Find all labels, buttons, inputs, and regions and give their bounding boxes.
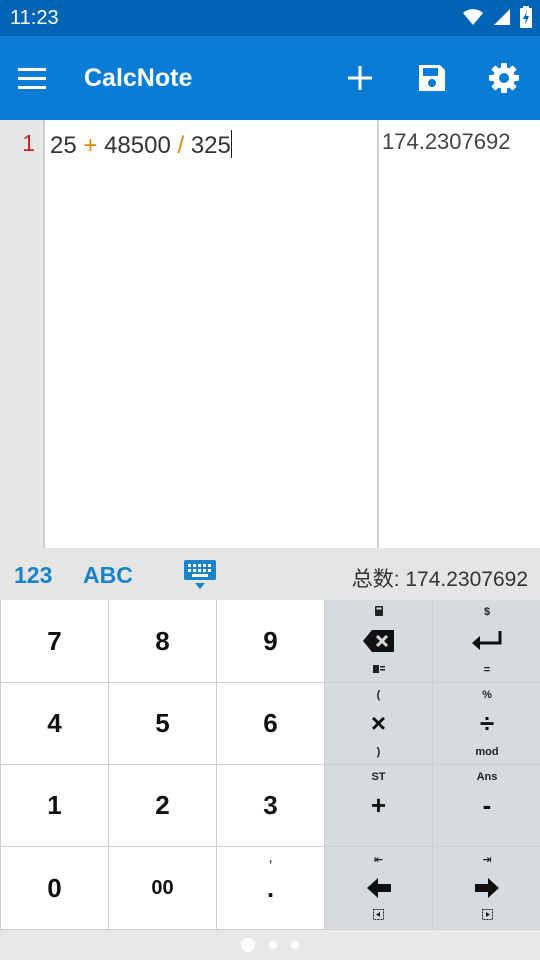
status-time: 11:23 [10,7,59,29]
key-0[interactable]: 0 [1,847,108,929]
key-cursor-left[interactable]: ⇤ [325,847,432,929]
key-sup-label: % [482,689,492,701]
key-sup-label: ST [371,771,386,783]
key-00[interactable]: 00 [109,847,216,929]
key-label: 4 [47,708,62,738]
key-label: + [370,790,387,820]
calculator-icon [325,606,432,619]
key-minus[interactable]: Ans - [433,765,540,846]
key-multiply[interactable]: ( × ) [325,683,432,764]
expression-line[interactable]: 25 + 48500 / 325 [50,130,232,160]
settings-button[interactable] [484,58,524,98]
key-backspace[interactable] [325,600,432,682]
gear-icon [489,63,519,93]
plus-icon [348,66,372,90]
keyboard-header: 123 ABC 总数: 174.2307692 [0,548,540,600]
key-label: - [482,790,492,820]
status-icons [462,6,532,28]
select-right-icon [433,909,540,923]
line-result: 174.2307692 [382,129,511,154]
save-icon [419,65,445,91]
text-cursor [230,130,232,158]
clear-all-icon [325,663,432,676]
mode-alpha-tab[interactable]: ABC [83,562,133,589]
app-bar: CalcNote [0,36,540,120]
key-sub-label: ) [376,746,381,758]
key-1[interactable]: 1 [1,765,108,846]
wifi-icon [463,9,483,25]
key-4[interactable]: 4 [1,683,108,764]
signal-icon [494,9,510,25]
key-sup-label: $ [483,606,491,618]
results-column: 174.2307692 [377,120,540,548]
keyboard-icon [184,560,216,589]
key-sup-label: Ans [476,771,498,783]
arrow-left-icon [366,878,391,898]
key-label: . [266,872,275,903]
key-3[interactable]: 3 [217,765,324,846]
page-dot-active[interactable] [241,938,255,952]
key-enter[interactable]: $ = [433,600,540,682]
app-title: CalcNote [84,64,193,92]
key-label: 00 [151,876,174,899]
arrow-right-icon [475,878,499,898]
key-label: 9 [263,625,278,656]
keypad: 7 8 9 $ = 4 5 6 ( × ) % ÷ mod 1 2 3 ST +… [0,600,540,930]
line-number: 1 [22,130,35,156]
key-label: 1 [47,790,62,820]
backspace-icon [362,630,394,652]
editor[interactable]: 1 25 + 48500 / 325 174.2307692 [0,120,540,548]
key-plus[interactable]: ST + [325,765,432,846]
page-dot[interactable] [291,941,299,949]
mode-numeric-tab[interactable]: 123 [14,562,52,589]
total-readout: 总数: 174.2307692 [351,568,528,591]
key-sup-label: ⇥ [482,854,492,866]
key-6[interactable]: 6 [217,683,324,764]
key-label: ÷ [479,708,495,738]
key-cursor-right[interactable]: ⇥ [433,847,540,929]
key-label: 6 [263,708,278,738]
status-bar: 11:23 [0,0,540,36]
key-label: 0 [47,872,62,903]
operator: / [177,132,185,159]
key-label: 7 [47,625,62,656]
line-gutter: 1 [0,120,45,548]
keyboard-toggle-button[interactable] [184,560,216,595]
key-label: 8 [155,625,170,656]
key-sub-label: mod [475,746,499,758]
key-label: 5 [155,708,170,738]
key-8[interactable]: 8 [109,600,216,682]
battery-icon [520,6,532,28]
key-label: × [370,708,387,738]
enter-icon [472,631,502,650]
key-sup-label: ⇤ [373,854,384,866]
operator: + [83,132,98,159]
menu-icon[interactable] [18,58,58,98]
key-2[interactable]: 2 [109,765,216,846]
key-7[interactable]: 7 [1,600,108,682]
save-button[interactable] [412,58,452,98]
key-9[interactable]: 9 [217,600,324,682]
page-dot[interactable] [269,941,277,949]
key-sup-label: , [268,853,273,865]
keyboard-page-indicator [0,930,540,960]
select-left-icon [325,909,432,923]
key-divide[interactable]: % ÷ mod [433,683,540,764]
key-label: 3 [263,790,278,820]
key-sup-label: ( [376,689,381,701]
key-5[interactable]: 5 [109,683,216,764]
operand: 25 [50,132,77,159]
operand: 325 [190,132,231,159]
operand: 48500 [104,132,171,159]
key-label: 2 [155,790,170,820]
key-decimal[interactable]: , . [217,847,324,929]
add-button[interactable] [340,58,380,98]
key-sub-label: = [483,664,491,676]
